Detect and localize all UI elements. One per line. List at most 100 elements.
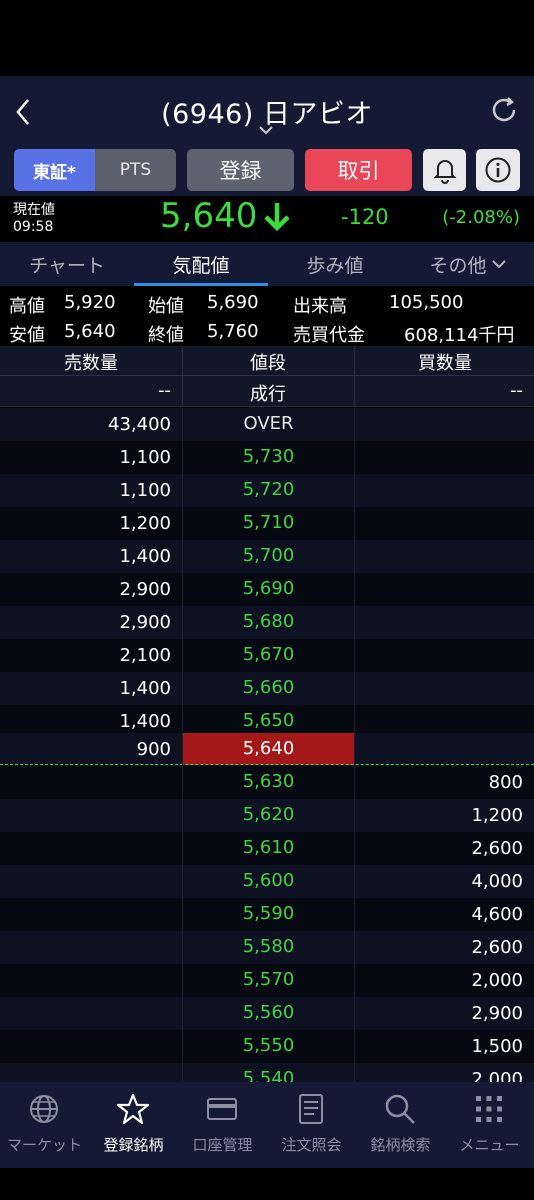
header-divider xyxy=(0,406,534,407)
info-button[interactable] xyxy=(476,149,520,191)
nav-watchlist[interactable]: 登録銘柄 xyxy=(89,1082,178,1168)
buy-quantity: 2,900 xyxy=(471,1003,523,1024)
open-label: 始値 xyxy=(148,296,184,317)
order-book-row[interactable]: 1,100 5,730 xyxy=(0,441,534,474)
nav-orders[interactable]: 注文照会 xyxy=(267,1082,356,1168)
turnover-label: 売買代金 xyxy=(293,325,365,346)
register-button[interactable]: 登録 xyxy=(187,149,294,191)
tab-quotes[interactable]: 気配値 xyxy=(134,242,268,286)
tab-trades[interactable]: 歩み値 xyxy=(268,242,402,286)
order-book-row[interactable]: 5,550 1,500 xyxy=(0,1030,534,1063)
low-label: 安値 xyxy=(9,325,45,346)
order-book-row[interactable]: 5,580 2,600 xyxy=(0,931,534,964)
buy-quantity: 2,000 xyxy=(471,970,523,991)
order-book-row[interactable]: 1,400 5,660 xyxy=(0,672,534,705)
market-order-row: -- 成行 -- xyxy=(0,376,534,406)
price-level: 5,690 xyxy=(242,578,295,599)
refresh-icon[interactable] xyxy=(486,92,522,128)
order-book-row[interactable]: 2,900 5,680 xyxy=(0,606,534,639)
tab-chart[interactable]: チャート xyxy=(0,242,134,286)
price-change-percent: (-2.08%) xyxy=(442,207,520,228)
nav-search[interactable]: 銘柄検索 xyxy=(356,1082,445,1168)
volume-value: 105,500 xyxy=(389,292,464,313)
buy-quantity: 2,000 xyxy=(471,1069,523,1082)
current-price-level: 5,640 xyxy=(183,733,354,765)
alert-button[interactable] xyxy=(423,149,466,191)
nav-label: 登録銘柄 xyxy=(103,1136,164,1154)
price-level: 5,730 xyxy=(242,446,295,467)
price-level: 5,700 xyxy=(242,545,295,566)
order-book-row[interactable]: 2,900 5,690 xyxy=(0,573,534,606)
system-nav-bar xyxy=(0,1168,534,1200)
sell-quantity: 2,900 xyxy=(119,612,171,633)
price-level: 5,610 xyxy=(242,837,295,858)
order-book-row[interactable]: 5,540 2,000 xyxy=(0,1063,534,1082)
order-book-row[interactable]: 5,570 2,000 xyxy=(0,964,534,997)
current-price-divider xyxy=(0,764,534,765)
chevron-down-icon[interactable] xyxy=(257,124,275,138)
low-value: 5,640 xyxy=(64,321,116,342)
exchange-selector: 東証* PTS xyxy=(14,149,176,191)
search-icon xyxy=(385,1094,415,1124)
exchange-tse-button[interactable]: 東証* xyxy=(14,149,95,191)
order-book-row[interactable]: 1,100 5,720 xyxy=(0,474,534,507)
nav-label: 注文照会 xyxy=(281,1136,342,1154)
sell-quantity: 1,400 xyxy=(119,678,171,699)
price-level: 5,620 xyxy=(242,804,295,825)
order-book-row[interactable]: 1,200 5,710 xyxy=(0,507,534,540)
column-divider xyxy=(354,408,355,1082)
buy-quantity: 4,000 xyxy=(471,871,523,892)
chevron-down-icon xyxy=(491,260,506,269)
price-level: 5,630 xyxy=(242,771,295,792)
order-book-header: 売数量 値段 買数量 xyxy=(0,346,534,376)
nav-label: 銘柄検索 xyxy=(370,1136,431,1154)
price-level: 5,560 xyxy=(242,1002,295,1023)
header-divider xyxy=(0,375,534,376)
exchange-pts-button[interactable]: PTS xyxy=(95,149,176,191)
buy-quantity: 2,600 xyxy=(471,937,523,958)
volume-label: 出来高 xyxy=(293,296,347,317)
nav-menu[interactable]: メニュー xyxy=(445,1082,534,1168)
price-level: 5,550 xyxy=(242,1035,295,1056)
column-divider xyxy=(182,408,183,1082)
document-icon xyxy=(299,1094,323,1124)
star-icon xyxy=(116,1093,150,1125)
sell-quantity: 1,200 xyxy=(119,513,171,534)
sell-quantity: 1,100 xyxy=(119,447,171,468)
card-icon xyxy=(207,1098,237,1120)
order-book-row[interactable]: 43,400 OVER xyxy=(0,408,534,441)
order-book-row[interactable]: 2,100 5,670 xyxy=(0,639,534,672)
info-icon xyxy=(485,157,511,183)
order-book-row[interactable]: 5,590 4,600 xyxy=(0,898,534,931)
bottom-navigation: マーケット 登録銘柄 口座管理 注文照会 銘柄検索 メニュー xyxy=(0,1082,534,1168)
column-divider xyxy=(182,346,183,406)
trade-button[interactable]: 取引 xyxy=(305,149,412,191)
price-level: 5,660 xyxy=(242,677,295,698)
order-book: 43,400 OVER 1,100 5,730 1,100 5,720 1,20… xyxy=(0,408,534,1082)
order-book-row[interactable]: 5,630 800 xyxy=(0,766,534,799)
tab-other[interactable]: その他 xyxy=(402,242,534,286)
order-book-row[interactable]: 1,400 5,700 xyxy=(0,540,534,573)
status-bar xyxy=(0,0,534,76)
buy-quantity: 800 xyxy=(488,772,523,793)
close-value: 5,760 xyxy=(207,321,259,342)
sell-quantity: 1,100 xyxy=(119,480,171,501)
price-stats: 高値 5,920 始値 5,690 出来高 105,500 安値 5,640 終… xyxy=(0,286,534,346)
price-level: 5,680 xyxy=(242,611,295,632)
nav-label: マーケット xyxy=(6,1136,82,1154)
high-label: 高値 xyxy=(9,296,45,317)
order-book-row[interactable]: 5,560 2,900 xyxy=(0,997,534,1030)
order-book-row[interactable]: 5,610 2,600 xyxy=(0,832,534,865)
market-order-label: 成行 xyxy=(250,384,286,405)
order-book-row[interactable]: 5,600 4,000 xyxy=(0,865,534,898)
nav-account[interactable]: 口座管理 xyxy=(178,1082,267,1168)
order-book-row[interactable]: 5,620 1,200 xyxy=(0,799,534,832)
order-book-row-current[interactable]: 900 5,640 xyxy=(0,733,534,766)
current-price-label: 現在値 xyxy=(13,202,55,218)
tab-bar: チャート 気配値 歩み値 その他 xyxy=(0,242,534,286)
header: (6946) 日アビオ xyxy=(0,76,534,144)
toolbar: 東証* PTS 登録 取引 xyxy=(0,144,534,196)
market-sell-quantity: -- xyxy=(158,380,171,401)
nav-market[interactable]: マーケット xyxy=(0,1082,89,1168)
buy-quantity: 4,600 xyxy=(471,904,523,925)
